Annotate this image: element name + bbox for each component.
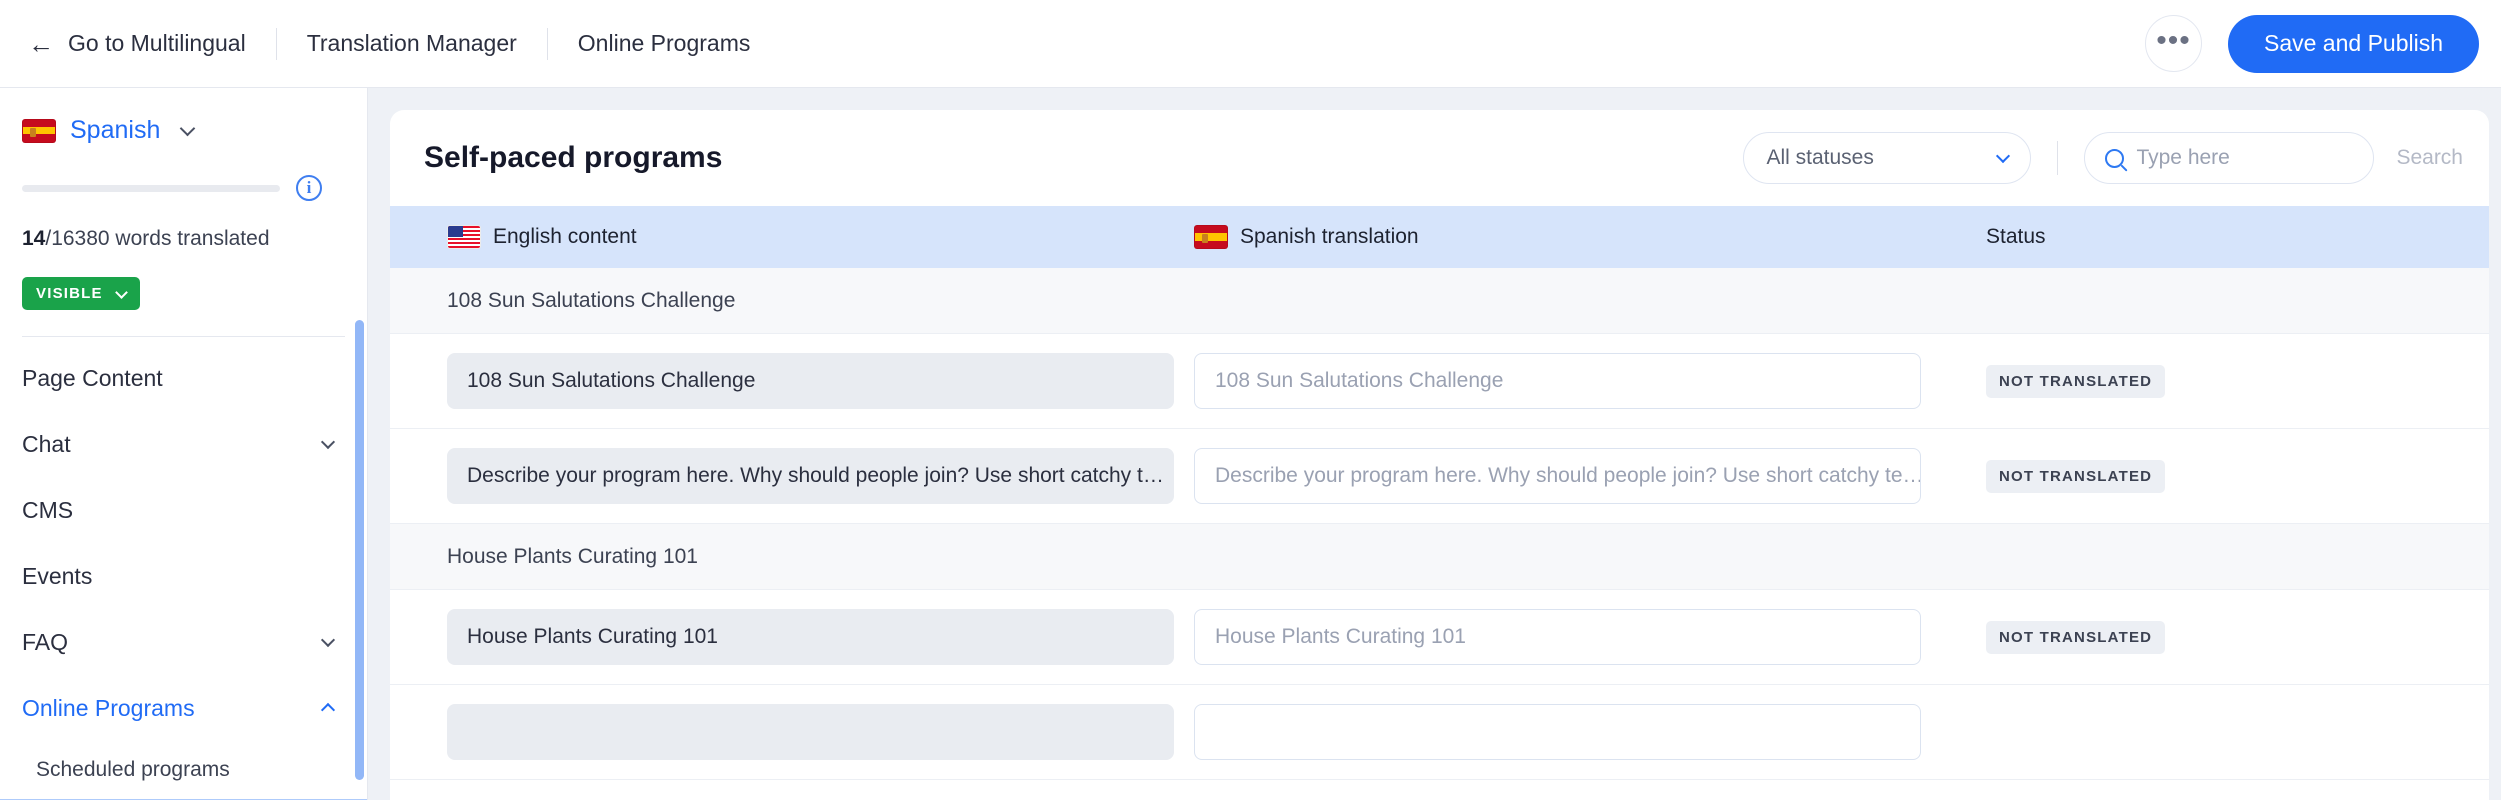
top-bar-actions: ••• Save and Publish: [2144, 14, 2479, 73]
source-cell: House Plants Curating 101: [390, 609, 1180, 665]
language-selector[interactable]: Spanish: [22, 116, 345, 145]
info-icon[interactable]: i: [296, 175, 322, 201]
status-filter-select[interactable]: All statuses: [1743, 132, 2032, 184]
source-text-field: 108 Sun Salutations Challenge: [447, 353, 1174, 409]
status-cell: NOT TRANSLATED: [1980, 620, 2166, 654]
sidebar-scrollbar[interactable]: [355, 320, 364, 780]
breadcrumb-separator: [275, 27, 277, 60]
chevron-right-icon: [320, 632, 336, 648]
table-row: [390, 685, 2489, 780]
main-content: Self-paced programs All statuses Search: [368, 88, 2501, 800]
column-header-english: English content: [390, 225, 1180, 249]
sidebar-item-label: Events: [22, 562, 93, 589]
translation-input[interactable]: [1194, 704, 1921, 760]
flag-usa-icon: [447, 225, 481, 249]
toolbar-separator: [2057, 141, 2059, 175]
chevron-up-icon: [320, 702, 336, 717]
chevron-down-icon: [1996, 148, 2011, 164]
visibility-status-badge[interactable]: VISIBLE: [22, 277, 140, 310]
card-header: Self-paced programs All statuses Search: [390, 110, 2489, 206]
translation-cell: Describe your program here. Why should p…: [1180, 448, 1980, 504]
breadcrumb-separator: [546, 27, 548, 60]
status-cell: NOT TRANSLATED: [1980, 459, 2166, 493]
status-badge: NOT TRANSLATED: [1986, 620, 2166, 654]
source-text-field: House Plants Curating 101: [447, 609, 1174, 665]
translation-manager-page: ← Go to Multilingual Translation Manager…: [0, 0, 2501, 800]
column-header-status: Status: [1986, 225, 2046, 248]
translation-progress: i: [22, 175, 345, 201]
sidebar-item-label: CMS: [22, 496, 74, 523]
back-arrow-icon: ←: [28, 28, 54, 59]
chevron-right-icon: [320, 434, 336, 450]
source-cell: [390, 704, 1180, 760]
status-cell: NOT TRANSLATED: [1980, 364, 2166, 398]
page-title: Self-paced programs: [424, 141, 723, 174]
translation-cell: 108 Sun Salutations Challenge: [1180, 353, 1980, 409]
column-header-spanish-label: Spanish translation: [1240, 225, 1419, 248]
group-header: House Plants Curating 101: [390, 524, 2489, 590]
words-translated-count: 14: [22, 227, 46, 250]
search-box[interactable]: [2084, 132, 2375, 184]
progress-bar: [22, 184, 280, 192]
chevron-down-icon: [180, 120, 196, 137]
translation-cell: [1180, 704, 1980, 760]
visibility-label: VISIBLE: [36, 285, 103, 302]
search-label: Search: [2396, 146, 2463, 169]
ellipsis-icon: •••: [2156, 24, 2191, 57]
sidebar-item-label: FAQ: [22, 628, 69, 655]
translations-table-body: 108 Sun Salutations Challenge 108 Sun Sal…: [390, 268, 2489, 780]
translation-input[interactable]: Describe your program here. Why should p…: [1194, 448, 1921, 504]
translations-card: Self-paced programs All statuses Search: [390, 110, 2489, 800]
search-input[interactable]: [2136, 146, 2354, 170]
top-bar: ← Go to Multilingual Translation Manager…: [0, 0, 2501, 88]
flag-spain-icon: [22, 118, 56, 143]
table-header-row: English content Spanish translation Stat…: [390, 206, 2489, 268]
source-cell: Describe your program here. Why should p…: [390, 448, 1180, 504]
status-badge: NOT TRANSLATED: [1986, 364, 2166, 398]
source-text-field: Describe your program here. Why should p…: [447, 448, 1174, 504]
status-filter-value: All statuses: [1766, 146, 1874, 169]
save-and-publish-button[interactable]: Save and Publish: [2227, 14, 2479, 73]
table-row: House Plants Curating 101 House Plants Cu…: [390, 590, 2489, 685]
translation-cell: House Plants Curating 101: [1180, 609, 1980, 665]
flag-spain-icon: [1194, 225, 1228, 249]
back-link-label: Go to Multilingual: [68, 30, 246, 56]
sidebar-nav: Page Content Chat CMS Events FAQ Online Progr…: [0, 337, 367, 800]
back-to-multilingual-link[interactable]: ← Go to Multilingual: [28, 30, 246, 57]
chevron-down-icon: [114, 285, 128, 299]
group-header: 108 Sun Salutations Challenge: [390, 268, 2489, 334]
column-header-english-label: English content: [493, 225, 637, 248]
card-header-tools: All statuses Search: [1743, 132, 2463, 184]
column-header-spanish: Spanish translation: [1180, 225, 1980, 249]
source-text-field: [447, 704, 1174, 760]
sidebar-item-online-programs[interactable]: Online Programs: [0, 675, 367, 741]
language-summary: Spanish i 14/16380 words translated VISI…: [0, 88, 367, 337]
breadcrumb-online-programs[interactable]: Online Programs: [578, 30, 751, 57]
source-cell: 108 Sun Salutations Challenge: [390, 353, 1180, 409]
sidebar-item-label: Page Content: [22, 364, 163, 391]
sidebar-subitem-scheduled-programs[interactable]: Scheduled programs: [0, 741, 367, 799]
sidebar-item-chat[interactable]: Chat: [0, 411, 367, 477]
sidebar-item-label: Chat: [22, 430, 71, 457]
table-row: 108 Sun Salutations Challenge 108 Sun Sal…: [390, 334, 2489, 429]
sidebar-item-label: Online Programs: [22, 694, 195, 721]
sidebar-item-page-content[interactable]: Page Content: [0, 345, 367, 411]
translation-input[interactable]: 108 Sun Salutations Challenge: [1194, 353, 1921, 409]
more-options-button[interactable]: •••: [2144, 15, 2202, 72]
words-translated-label: 14/16380 words translated: [22, 227, 345, 251]
words-translated-total: /16380 words translated: [45, 227, 270, 250]
table-row: Describe your program here. Why should p…: [390, 429, 2489, 524]
sidebar-item-cms[interactable]: CMS: [0, 477, 367, 543]
language-name: Spanish: [70, 116, 161, 144]
sidebar: Spanish i 14/16380 words translated VISI…: [0, 88, 368, 800]
search-icon: [2105, 148, 2125, 168]
sidebar-item-faq[interactable]: FAQ: [0, 609, 367, 675]
sidebar-item-events[interactable]: Events: [0, 543, 367, 609]
status-badge: NOT TRANSLATED: [1986, 459, 2166, 493]
translation-input[interactable]: House Plants Curating 101: [1194, 609, 1921, 665]
breadcrumb-translation-manager[interactable]: Translation Manager: [307, 30, 517, 57]
